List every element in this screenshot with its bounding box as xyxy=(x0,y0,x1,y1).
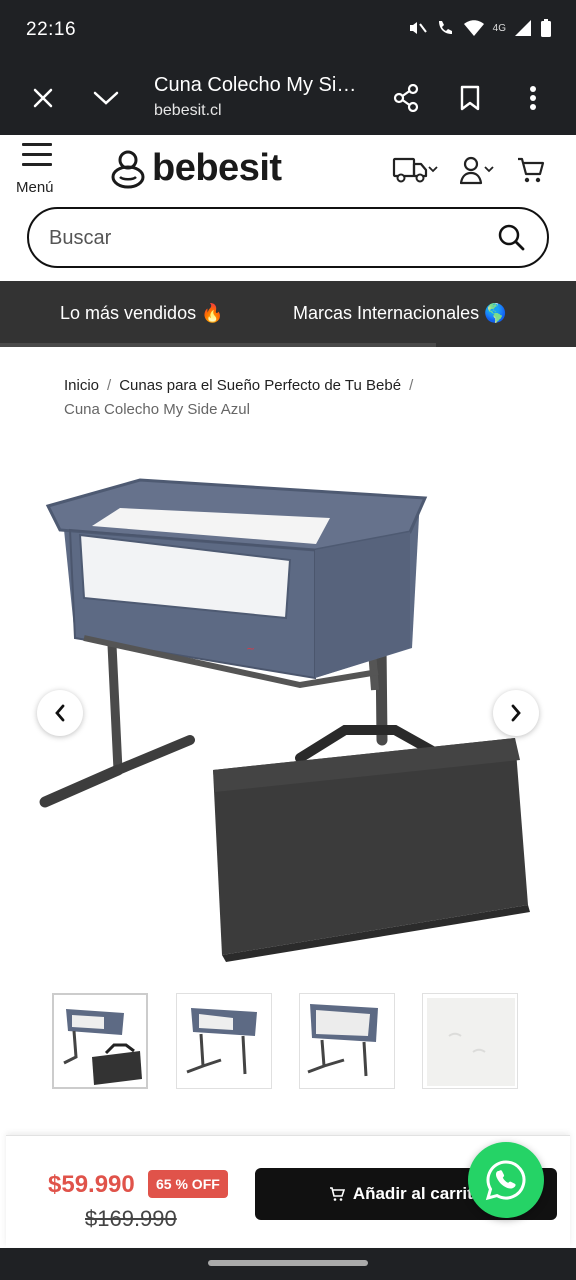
breadcrumb-separator: / xyxy=(409,377,414,394)
crib-image: ~ xyxy=(39,478,530,962)
thumbnail-image xyxy=(427,998,515,1086)
truck-icon xyxy=(392,157,438,183)
close-icon xyxy=(33,88,53,108)
gallery-thumbnails xyxy=(0,993,576,1089)
wifi-icon xyxy=(463,20,484,36)
gallery-thumbnail[interactable] xyxy=(422,993,518,1089)
gallery-prev-button[interactable] xyxy=(37,690,83,736)
original-price: $169.990 xyxy=(85,1206,177,1231)
system-nav-bar xyxy=(0,1248,576,1280)
home-gesture-handle[interactable] xyxy=(208,1260,368,1266)
chevron-right-icon xyxy=(511,704,521,722)
browser-toolbar: Cuna Colecho My Side Azul bebesit.cl xyxy=(0,60,576,135)
brand-mark: ~ xyxy=(246,642,255,655)
gallery-thumbnail[interactable] xyxy=(52,993,148,1089)
breadcrumb-category[interactable]: Cunas para el Sueño Perfecto de Tu Bebé xyxy=(119,377,401,394)
signal-icon xyxy=(515,20,531,36)
promo-scroll-indicator[interactable] xyxy=(0,343,436,347)
chevron-left-icon xyxy=(55,704,65,722)
user-icon xyxy=(460,156,494,185)
more-vert-icon xyxy=(530,86,536,110)
search-bar xyxy=(27,207,549,268)
mute-icon xyxy=(409,22,427,34)
hamburger-icon xyxy=(22,143,52,173)
breadcrumb-separator: / xyxy=(107,377,112,394)
breadcrumb: Inicio / Cunas para el Sueño Perfecto de T… xyxy=(64,374,524,422)
page-title: Cuna Colecho My Side Azul xyxy=(154,74,364,96)
gallery-thumbnail[interactable] xyxy=(299,993,395,1089)
bookmark-button[interactable] xyxy=(452,80,488,116)
minimize-button[interactable] xyxy=(88,80,124,116)
menu-button[interactable]: Menú xyxy=(14,141,60,197)
share-button[interactable] xyxy=(388,80,424,116)
gallery-thumbnail[interactable] xyxy=(176,993,272,1089)
status-time: 22:16 xyxy=(26,19,77,40)
product-price: $59.990 xyxy=(48,1171,135,1198)
whatsapp-button[interactable] xyxy=(468,1142,544,1218)
account-button[interactable] xyxy=(460,153,496,187)
product-main-image[interactable]: ~ xyxy=(0,440,576,980)
thumbnail-image xyxy=(63,1009,142,1085)
breadcrumb-current: Cuna Colecho My Side Azul xyxy=(64,401,250,418)
cart-icon xyxy=(329,1187,345,1201)
add-to-cart-label: Añadir al carrito xyxy=(352,1184,484,1203)
status-icons: 4G xyxy=(407,18,552,38)
baby-logo-icon xyxy=(111,150,145,188)
share-icon xyxy=(393,84,419,112)
promo-link-international-brands[interactable]: Marcas Internacionales 🌎 xyxy=(293,303,507,324)
menu-label: Menú xyxy=(16,179,54,196)
whatsapp-icon xyxy=(485,1160,526,1201)
promo-link-best-sellers[interactable]: Lo más vendidos 🔥 xyxy=(60,303,224,324)
status-bar: 22:16 4G xyxy=(0,0,576,60)
thumbnail-image xyxy=(186,1008,257,1075)
promo-nav: Lo más vendidos 🔥 Marcas Internacionales… xyxy=(0,281,576,347)
close-tab-button[interactable] xyxy=(25,80,61,116)
bookmark-icon xyxy=(460,85,480,111)
search-icon xyxy=(498,224,525,251)
chevron-down-icon xyxy=(93,91,119,105)
site-header: Menú bebesit xyxy=(0,135,576,205)
discount-badge: 65 % OFF xyxy=(148,1170,228,1198)
network-type: 4G xyxy=(492,22,506,34)
shipping-button[interactable] xyxy=(392,153,440,187)
wifi-call-icon xyxy=(438,21,452,34)
site-logo[interactable]: bebesit xyxy=(110,147,282,190)
search-button[interactable] xyxy=(497,223,527,253)
page-url: bebesit.cl xyxy=(154,102,222,119)
more-options-button[interactable] xyxy=(515,80,551,116)
breadcrumb-home[interactable]: Inicio xyxy=(64,377,99,394)
logo-text: bebesit xyxy=(152,147,282,189)
search-input[interactable] xyxy=(49,219,489,257)
cart-icon xyxy=(518,157,545,183)
gallery-next-button[interactable] xyxy=(493,690,539,736)
battery-icon xyxy=(541,19,551,37)
thumbnail-image xyxy=(307,1004,378,1077)
cart-button[interactable] xyxy=(516,153,546,187)
